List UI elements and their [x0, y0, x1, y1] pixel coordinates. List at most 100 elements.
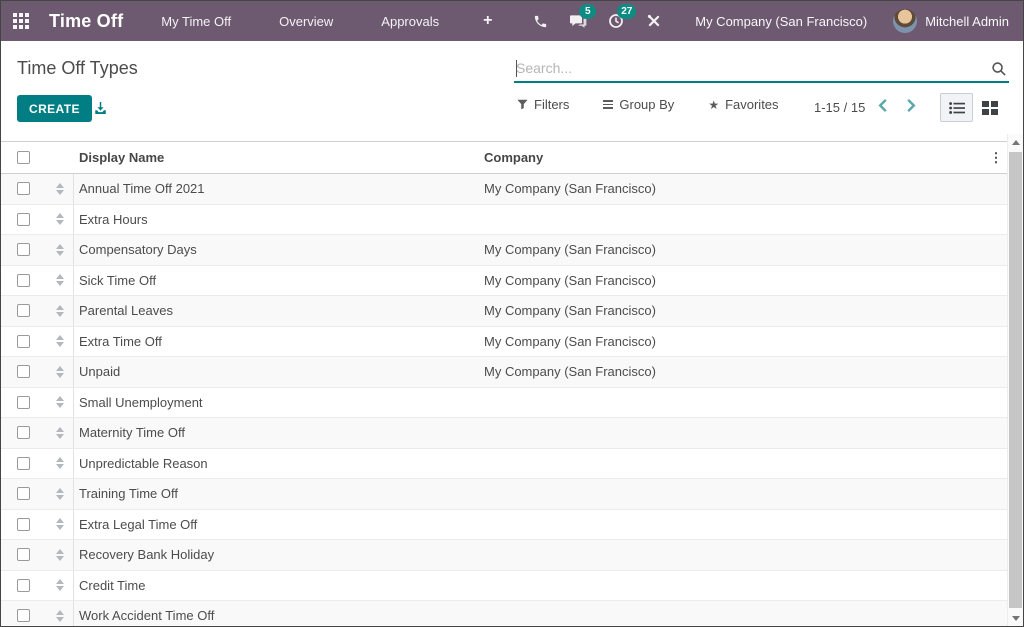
page-title: Time Off Types	[17, 58, 138, 79]
table-row[interactable]: Parental Leaves My Company (San Francisc…	[1, 296, 1009, 327]
row-checkbox[interactable]	[17, 304, 30, 317]
row-checkbox[interactable]	[17, 579, 30, 592]
table-row[interactable]: Extra Legal Time Off	[1, 510, 1009, 541]
user-avatar	[893, 9, 917, 33]
table-body: Annual Time Off 2021 My Company (San Fra…	[1, 174, 1009, 627]
row-display-name: Unpaid	[74, 364, 484, 379]
table-row[interactable]: Unpaid My Company (San Francisco)	[1, 357, 1009, 388]
row-checkbox[interactable]	[17, 213, 30, 226]
scrollbar-thumb[interactable]	[1009, 152, 1022, 608]
filters-label: Filters	[534, 97, 569, 112]
row-display-name: Sick Time Off	[74, 273, 484, 288]
view-switcher	[940, 93, 1006, 122]
drag-handle-icon[interactable]	[56, 579, 64, 591]
pager-next-button[interactable]	[905, 98, 917, 118]
drag-handle-icon[interactable]	[56, 244, 64, 256]
drag-handle-icon[interactable]	[56, 274, 64, 286]
table-row[interactable]: Training Time Off	[1, 479, 1009, 510]
row-checkbox[interactable]	[17, 426, 30, 439]
select-all-checkbox[interactable]	[17, 151, 30, 164]
drag-handle-icon[interactable]	[56, 549, 64, 561]
user-menu[interactable]: Mitchell Admin	[893, 9, 1023, 33]
messages-button[interactable]: 5	[559, 1, 597, 41]
row-checkbox[interactable]	[17, 396, 30, 409]
drag-handle-icon[interactable]	[56, 183, 64, 195]
row-display-name: Maternity Time Off	[74, 425, 484, 440]
search-box	[514, 54, 1009, 83]
drag-handle-icon[interactable]	[56, 213, 64, 225]
menu-add-button[interactable]: +	[463, 1, 512, 41]
table-row[interactable]: Small Unemployment	[1, 388, 1009, 419]
drag-handle-icon[interactable]	[56, 457, 64, 469]
filters-button[interactable]: Filters	[517, 97, 569, 112]
drag-handle-icon[interactable]	[56, 305, 64, 317]
company-switcher[interactable]: My Company (San Francisco)	[673, 14, 893, 29]
row-company: My Company (San Francisco)	[484, 303, 983, 318]
row-checkbox[interactable]	[17, 335, 30, 348]
table-header: Display Name Company ⋮	[1, 141, 1009, 174]
create-button[interactable]: CREATE	[17, 95, 92, 122]
search-options-bar: Filters Group By ★ Favorites	[517, 97, 779, 112]
row-display-name: Small Unemployment	[74, 395, 484, 410]
table-row[interactable]: Annual Time Off 2021 My Company (San Fra…	[1, 174, 1009, 205]
activities-badge: 27	[617, 4, 636, 19]
scroll-down-arrow[interactable]	[1008, 610, 1023, 626]
drag-handle-icon[interactable]	[56, 335, 64, 347]
app-window: Time Off My Time Off Overview Approvals …	[0, 0, 1024, 627]
download-icon	[93, 100, 108, 116]
table-row[interactable]: Recovery Bank Holiday	[1, 540, 1009, 571]
kanban-view-button[interactable]	[973, 93, 1006, 122]
messages-badge: 5	[579, 4, 596, 19]
search-icon[interactable]	[991, 61, 1007, 82]
scroll-up-arrow[interactable]	[1008, 134, 1023, 150]
row-checkbox[interactable]	[17, 365, 30, 378]
menu-overview[interactable]: Overview	[255, 1, 357, 41]
row-display-name: Credit Time	[74, 578, 484, 593]
developer-tools-button[interactable]	[635, 1, 673, 41]
table-row[interactable]: Maternity Time Off	[1, 418, 1009, 449]
star-icon: ★	[708, 98, 719, 112]
row-checkbox[interactable]	[17, 609, 30, 622]
drag-handle-icon[interactable]	[56, 488, 64, 500]
search-input[interactable]	[514, 54, 1009, 81]
table-row[interactable]: Extra Time Off My Company (San Francisco…	[1, 327, 1009, 358]
optional-columns-button[interactable]: ⋮	[990, 150, 1003, 165]
column-header-display-name[interactable]: Display Name	[74, 150, 484, 165]
pager-previous-button[interactable]	[877, 98, 889, 118]
group-by-button[interactable]: Group By	[603, 97, 674, 112]
column-header-company[interactable]: Company	[484, 150, 983, 165]
table-row[interactable]: Sick Time Off My Company (San Francisco)	[1, 266, 1009, 297]
row-checkbox[interactable]	[17, 548, 30, 561]
drag-handle-icon[interactable]	[56, 427, 64, 439]
row-checkbox[interactable]	[17, 243, 30, 256]
menu-approvals[interactable]: Approvals	[357, 1, 463, 41]
pager-range: 1-15 / 15	[814, 100, 865, 115]
table-row[interactable]: Credit Time	[1, 571, 1009, 602]
export-button[interactable]	[93, 100, 108, 121]
apps-grid-icon	[13, 13, 29, 29]
drag-handle-icon[interactable]	[56, 396, 64, 408]
row-company: My Company (San Francisco)	[484, 242, 983, 257]
row-checkbox[interactable]	[17, 487, 30, 500]
table-row[interactable]: Compensatory Days My Company (San Franci…	[1, 235, 1009, 266]
table-row[interactable]: Extra Hours	[1, 205, 1009, 236]
app-title[interactable]: Time Off	[49, 11, 123, 32]
favorites-button[interactable]: ★ Favorites	[708, 97, 778, 112]
row-checkbox[interactable]	[17, 518, 30, 531]
row-checkbox[interactable]	[17, 182, 30, 195]
phone-icon	[533, 14, 548, 29]
row-checkbox[interactable]	[17, 274, 30, 287]
drag-handle-icon[interactable]	[56, 366, 64, 378]
row-display-name: Unpredictable Reason	[74, 456, 484, 471]
drag-handle-icon[interactable]	[56, 610, 64, 622]
list-view-button[interactable]	[940, 93, 973, 122]
table-row[interactable]: Unpredictable Reason	[1, 449, 1009, 480]
phone-button[interactable]	[521, 1, 559, 41]
drag-handle-icon[interactable]	[56, 518, 64, 530]
activities-button[interactable]: 27	[597, 1, 635, 41]
apps-menu-button[interactable]	[1, 1, 41, 41]
vertical-scrollbar[interactable]	[1007, 134, 1023, 626]
menu-my-time-off[interactable]: My Time Off	[137, 1, 255, 41]
row-checkbox[interactable]	[17, 457, 30, 470]
table-row[interactable]: Work Accident Time Off	[1, 601, 1009, 627]
